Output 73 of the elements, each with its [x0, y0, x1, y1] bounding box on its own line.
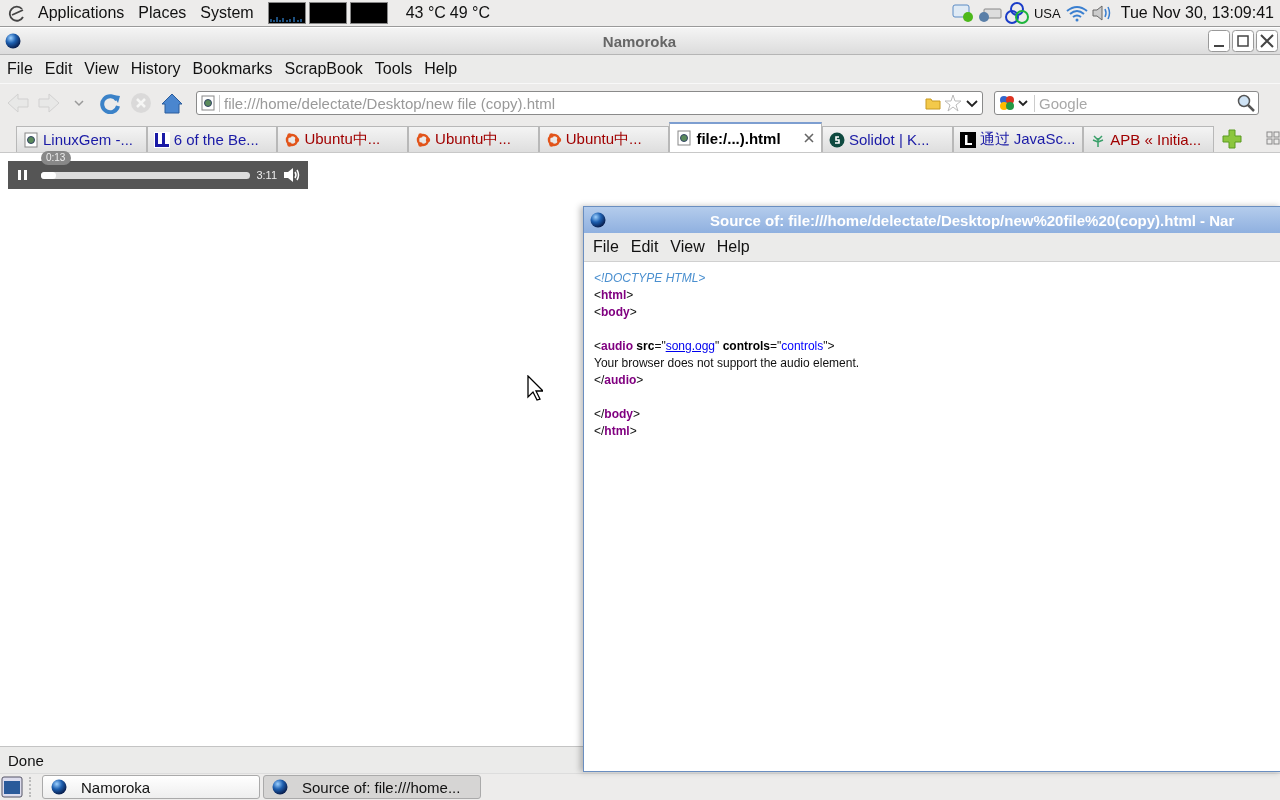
globe-icon	[5, 33, 21, 49]
wifi-icon[interactable]	[1064, 4, 1089, 22]
star-icon[interactable]	[944, 94, 962, 112]
menu-item[interactable]: Edit	[625, 236, 664, 258]
menu-item[interactable]: View	[665, 236, 710, 258]
network-graph-icon[interactable]	[349, 2, 388, 24]
circle-of-friends-icon	[415, 131, 432, 148]
temperature-reading: 43 °C	[405, 4, 446, 22]
browser-tab[interactable]: Ubuntu中...	[538, 126, 670, 152]
taskbar-button[interactable]: Namoroka	[42, 775, 260, 799]
menu-item[interactable]: Help	[711, 236, 755, 258]
maximize-icon[interactable]	[1232, 30, 1254, 52]
page-icon	[676, 130, 693, 146]
search-icon[interactable]	[1237, 94, 1255, 112]
clock[interactable]: Tue Nov 30, 13:09:41	[1120, 4, 1274, 22]
memory-graph-icon[interactable]	[308, 2, 347, 24]
panel-menu[interactable]: System	[198, 4, 256, 22]
page-icon	[200, 95, 216, 111]
menu-item[interactable]: Help	[419, 58, 463, 80]
mouse-pointer-icon	[527, 375, 543, 401]
source-link[interactable]: song.ogg	[665, 339, 716, 353]
code-line: <body>	[594, 304, 637, 321]
code-line: <!DOCTYPE HTML>	[594, 270, 706, 287]
letter-l-icon	[153, 131, 170, 148]
code-line: </html>	[594, 423, 637, 440]
reload-icon[interactable]	[99, 92, 123, 114]
globe-icon	[272, 779, 288, 795]
show-desktop-icon[interactable]	[1, 776, 23, 798]
code-line: </body>	[594, 406, 641, 423]
circle-of-friends-icon	[545, 131, 562, 148]
solidot-icon	[828, 131, 845, 148]
speaker-icon[interactable]	[283, 167, 301, 183]
code-line: </audio>	[594, 372, 644, 389]
panel-menu[interactable]: Applications	[36, 4, 127, 22]
browser-tab[interactable]: Ubuntu中...	[277, 126, 409, 152]
browser-tab[interactable]: LinuxGem -...	[16, 126, 147, 152]
cpu-graph-icon[interactable]	[267, 2, 306, 24]
panel-menu[interactable]: Places	[136, 4, 189, 22]
menu-item[interactable]: Bookmarks	[187, 58, 278, 80]
menu-item[interactable]: History	[125, 58, 186, 80]
code-line: <audio src="song.ogg" controls="controls">	[594, 338, 835, 355]
rings-icon[interactable]	[1003, 2, 1030, 24]
minimize-icon[interactable]	[1208, 30, 1230, 52]
foot-logo-icon[interactable]	[8, 4, 26, 22]
keyboard-layout[interactable]: USA	[1033, 5, 1061, 21]
close-icon[interactable]	[802, 132, 815, 144]
window-title: Source of: file:///home/delectate/Desktop/new%20file%20(copy).html - Nar	[710, 211, 1235, 229]
menu-item[interactable]: File	[2, 58, 38, 80]
globe-icon	[51, 779, 67, 795]
circle-of-friends-icon	[284, 131, 301, 148]
page-icon	[23, 131, 39, 148]
letter-l-icon	[959, 131, 976, 148]
home-icon[interactable]	[161, 92, 185, 114]
browser-tab[interactable]: Solidot | K...	[821, 126, 953, 152]
temperature-reading: 49 °C	[449, 4, 491, 22]
browser-tab[interactable]: APB « Initia...	[1083, 126, 1214, 152]
code-line: <html>	[594, 287, 634, 304]
window-title: Namoroka	[601, 32, 678, 50]
browser-tab[interactable]: file:/...).html	[669, 122, 822, 152]
menu-item[interactable]: View	[79, 58, 124, 80]
menu-item[interactable]: ScrapBook	[279, 58, 368, 80]
browser-tab[interactable]: 通过 JavaSc...	[952, 126, 1084, 152]
menu-item[interactable]: Tools	[369, 58, 418, 80]
volume-icon[interactable]	[1090, 4, 1113, 22]
code-line: Your browser does not support the audio element.	[594, 355, 860, 372]
browser-tab[interactable]: Ubuntu中...	[408, 126, 539, 152]
browser-tab[interactable]: 6 of the Be...	[146, 126, 278, 152]
globe-icon	[590, 212, 606, 228]
close-icon[interactable]	[1256, 30, 1278, 52]
taskbar-button[interactable]: Source of: file:///home...	[263, 775, 481, 799]
menu-item[interactable]: Edit	[39, 58, 78, 80]
duration-label: 3:11	[256, 169, 277, 181]
menu-item[interactable]: File	[588, 236, 624, 258]
